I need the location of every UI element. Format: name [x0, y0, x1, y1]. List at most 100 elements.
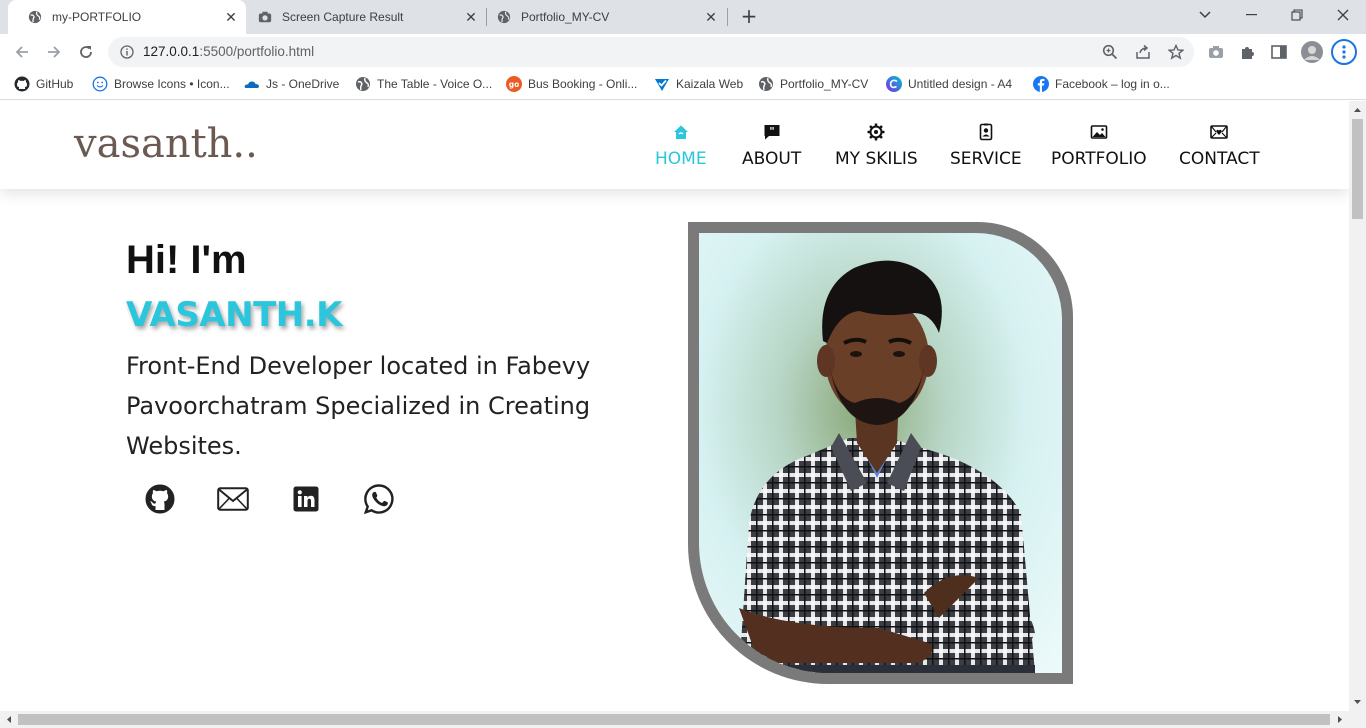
scroll-up-arrow-icon[interactable]: [1349, 103, 1366, 117]
svg-text:": ": [769, 127, 774, 138]
address-bar[interactable]: 127.0.0.1:5500/portfolio.html: [108, 37, 1194, 67]
screen-capture-extension[interactable]: [1204, 40, 1228, 64]
info-icon[interactable]: [120, 45, 134, 59]
nav-service[interactable]: SERVICE: [950, 123, 1022, 169]
envelope-heart-icon: [1210, 125, 1229, 139]
star-icon: [1168, 44, 1184, 60]
canva-icon: [886, 76, 902, 92]
github-icon: [14, 76, 30, 92]
smiley-icon: [92, 76, 108, 92]
menu-button[interactable]: [1331, 39, 1357, 65]
side-panel-button[interactable]: [1267, 40, 1291, 64]
scroll-right-arrow-icon[interactable]: [1333, 711, 1347, 728]
tab-screen-capture[interactable]: Screen Capture Result ✕: [238, 0, 486, 34]
person-portrait-image: [739, 260, 1035, 673]
tab-portfolio-my-cv[interactable]: Portfolio_MY-CV ✕: [477, 0, 726, 34]
nav-label: ABOUT: [742, 149, 802, 169]
bookmark-label: Portfolio_MY-CV: [780, 77, 869, 91]
nav-portfolio[interactable]: PORTFOLIO: [1051, 123, 1147, 169]
globe-icon: [356, 77, 370, 91]
restore-icon: [1291, 9, 1303, 21]
nav-label: SERVICE: [950, 149, 1022, 169]
kaizala-icon: [655, 79, 669, 91]
scroll-left-arrow-icon[interactable]: [2, 711, 16, 728]
url-text[interactable]: 127.0.0.1:5500/portfolio.html: [143, 44, 314, 59]
tab-title: Portfolio_MY-CV: [521, 10, 610, 24]
back-button[interactable]: [10, 40, 34, 64]
forward-button[interactable]: [42, 40, 66, 64]
onedrive-icon: [244, 81, 259, 88]
zoom-icon: [1102, 44, 1118, 60]
minimize-button[interactable]: [1228, 0, 1274, 30]
arrow-right-icon: [48, 46, 61, 58]
tab-title: my-PORTFOLIO: [52, 10, 142, 24]
close-tab-icon[interactable]: ✕: [702, 8, 720, 26]
nav-home[interactable]: HOME: [655, 123, 707, 169]
profile-photo-frame: [688, 222, 1073, 684]
bookmark-onedrive[interactable]: Js - OneDrive: [244, 76, 339, 92]
bookmark-star-button[interactable]: [1164, 40, 1188, 64]
horizontal-scrollbar[interactable]: [0, 711, 1366, 728]
bookmark-browse-icons[interactable]: Browse Icons • Icon...: [92, 76, 230, 92]
home-icon: [673, 125, 688, 139]
globe-icon: [28, 10, 42, 24]
hero-description: Front-End Developer located in Fabevy Pa…: [126, 352, 591, 460]
close-icon: [1337, 9, 1349, 21]
hero-greeting: Hi! I'm: [126, 238, 247, 282]
close-window-button[interactable]: [1320, 0, 1366, 30]
bookmark-label: Untitled design - A4: [908, 77, 1013, 91]
bookmark-facebook[interactable]: Facebook – log in o...: [1033, 76, 1170, 92]
bookmark-label: Bus Booking - Onli...: [528, 77, 638, 91]
camera-icon: [258, 11, 272, 23]
share-icon: [1136, 44, 1150, 59]
tab-search-button[interactable]: [1182, 0, 1228, 30]
extensions-button[interactable]: [1236, 40, 1260, 64]
goibibo-icon: go: [506, 76, 522, 92]
tab-strip: my-PORTFOLIO ✕ Screen Capture Result ✕ P…: [0, 0, 1366, 34]
bookmark-label: Kaizala Web: [676, 77, 744, 91]
reload-button[interactable]: [74, 40, 98, 64]
mail-icon: [217, 487, 249, 511]
github-link[interactable]: [144, 483, 176, 515]
reload-icon: [80, 46, 92, 58]
nav-label: HOME: [655, 149, 707, 169]
restore-button[interactable]: [1274, 0, 1320, 30]
nav-contact[interactable]: CONTACT: [1179, 123, 1260, 169]
nav-my-skills[interactable]: MY SKILIS: [835, 123, 918, 169]
scroll-down-arrow-icon[interactable]: [1349, 695, 1366, 709]
nav-about[interactable]: " ABOUT: [742, 123, 801, 169]
linkedin-icon: [293, 486, 319, 512]
new-tab-button[interactable]: +: [738, 6, 760, 28]
image-icon: [1090, 125, 1108, 139]
bookmark-label: Browse Icons • Icon...: [114, 77, 230, 91]
nav-label: CONTACT: [1179, 149, 1260, 169]
bookmark-the-table[interactable]: The Table - Voice O...: [355, 76, 492, 92]
zoom-button[interactable]: [1098, 40, 1122, 64]
share-button[interactable]: [1131, 40, 1155, 64]
bookmark-github[interactable]: GitHub: [14, 76, 73, 92]
site-header: vasanth.. HOME " ABOUT MY SKILIS SERVICE…: [0, 101, 1349, 189]
horizontal-scrollbar-thumb[interactable]: [18, 714, 1330, 725]
email-link[interactable]: [217, 483, 249, 515]
arrow-left-icon: [15, 46, 28, 58]
profile-button[interactable]: [1300, 40, 1324, 64]
minimize-icon: [1245, 14, 1257, 16]
bookmark-kaizala[interactable]: Kaizala Web: [654, 76, 743, 92]
bookmark-bus-booking[interactable]: go Bus Booking - Onli...: [506, 76, 637, 92]
gear-icon: [867, 123, 885, 141]
facebook-icon: [1033, 76, 1049, 92]
tab-divider: [727, 8, 728, 26]
bookmark-portfolio-my-cv[interactable]: Portfolio_MY-CV: [758, 76, 868, 92]
page-viewport: vasanth.. HOME " ABOUT MY SKILIS SERVICE…: [0, 101, 1349, 711]
tab-my-portfolio[interactable]: my-PORTFOLIO ✕: [8, 0, 246, 34]
linkedin-link[interactable]: [290, 483, 322, 515]
whatsapp-link[interactable]: [363, 483, 395, 515]
github-icon: [145, 484, 175, 514]
site-logo[interactable]: vasanth..: [74, 121, 258, 167]
bookmark-canva[interactable]: Untitled design - A4: [886, 76, 1012, 92]
camera-icon: [1209, 46, 1223, 58]
id-badge-icon: [979, 123, 993, 141]
vertical-scrollbar-thumb[interactable]: [1352, 119, 1363, 219]
svg-text:go: go: [509, 80, 520, 89]
vertical-scrollbar[interactable]: [1349, 101, 1366, 711]
